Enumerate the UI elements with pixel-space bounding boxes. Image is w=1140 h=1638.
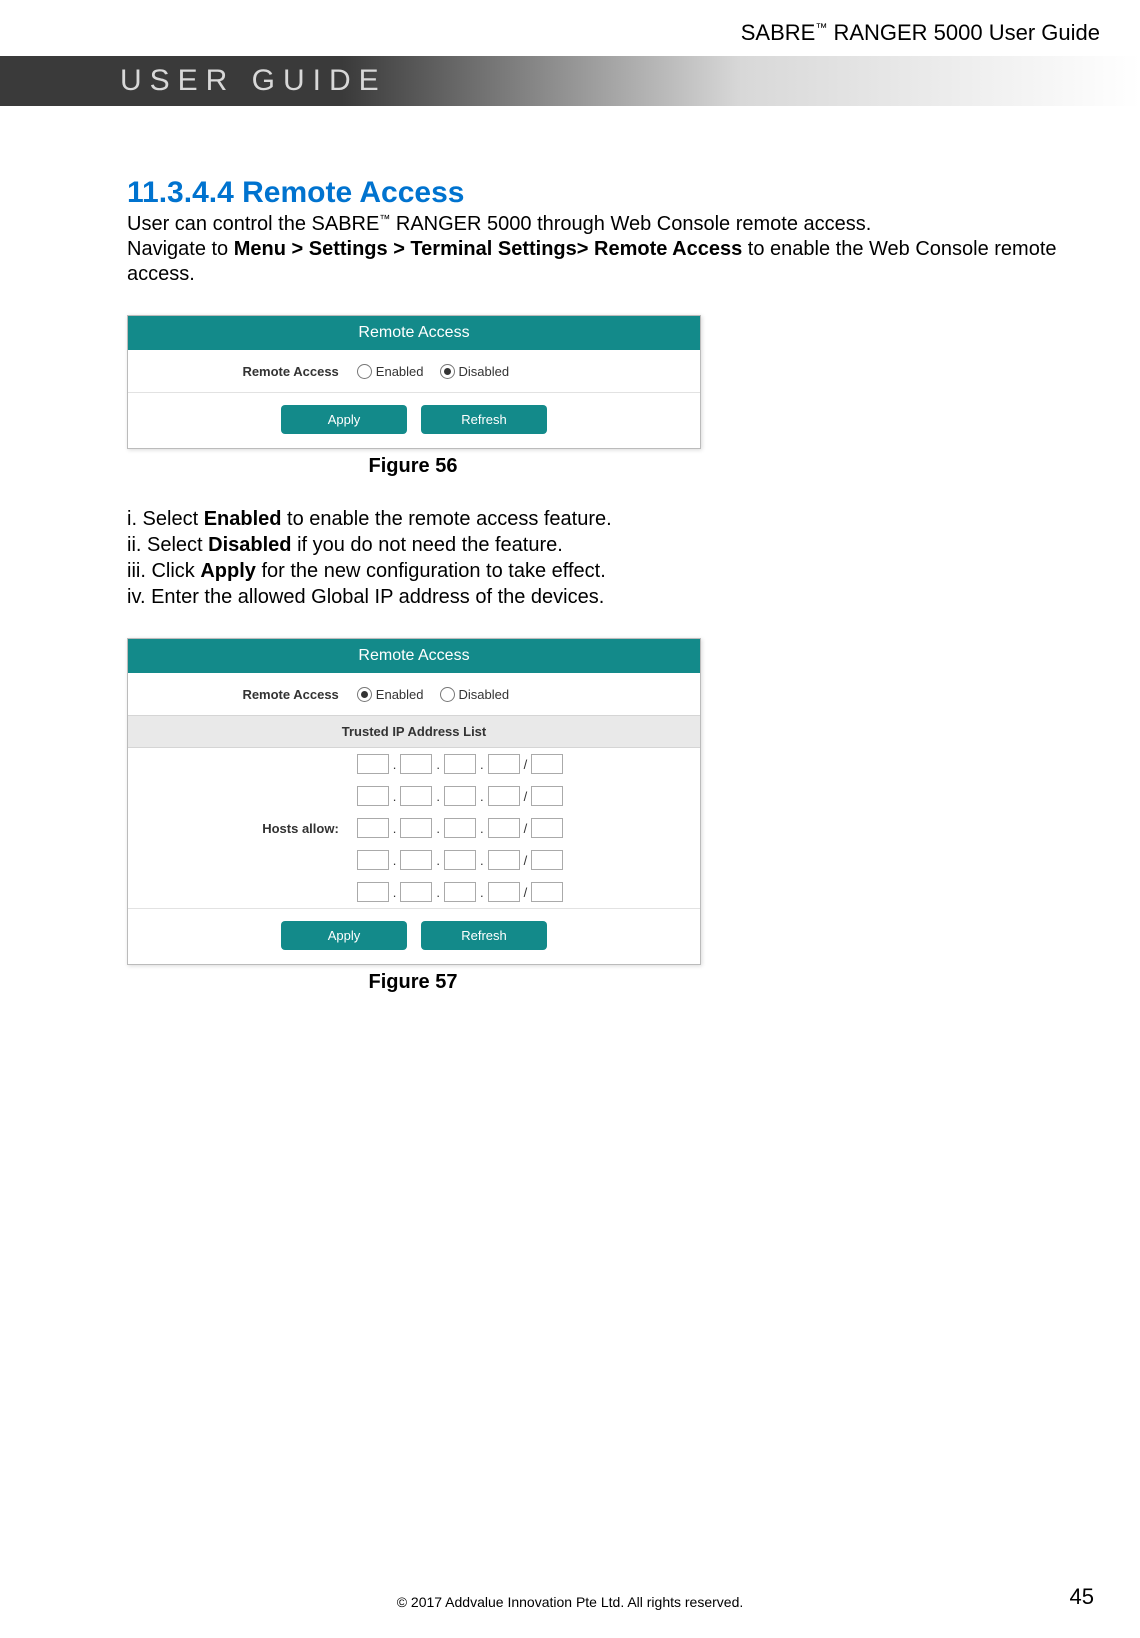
enabled-radio[interactable]: Enabled: [357, 364, 424, 379]
disabled-radio[interactable]: Disabled: [440, 364, 510, 379]
radio-icon: [440, 364, 455, 379]
panel-header: Remote Access: [128, 639, 700, 673]
trusted-ip-header: Trusted IP Address List: [128, 715, 700, 748]
ip-mask-input[interactable]: [531, 882, 563, 902]
instruction-steps: i. Select Enabled to enable the remote a…: [127, 506, 1120, 610]
step-4: iv. Enter the allowed Global IP address …: [127, 584, 1120, 610]
ip-octet-input[interactable]: [488, 818, 520, 838]
figure-56: Remote Access Remote Access Enabled Disa…: [127, 315, 1120, 478]
ip-octet-input[interactable]: [488, 882, 520, 902]
ip-octet-input[interactable]: [357, 818, 389, 838]
disabled-radio[interactable]: Disabled: [440, 687, 510, 702]
ip-row-1: . . . /: [357, 748, 700, 780]
ip-row-3: . . . /: [357, 812, 700, 844]
radio-icon: [440, 687, 455, 702]
refresh-button[interactable]: Refresh: [421, 921, 547, 950]
ip-row-4: . . . /: [357, 844, 700, 876]
ip-mask-input[interactable]: [531, 754, 563, 774]
apply-button[interactable]: Apply: [281, 921, 407, 950]
copyright-footer: © 2017 Addvalue Innovation Pte Ltd. All …: [0, 1594, 1140, 1610]
ip-octet-input[interactable]: [357, 754, 389, 774]
ip-mask-input[interactable]: [531, 786, 563, 806]
ip-octet-input[interactable]: [444, 754, 476, 774]
section-heading: 11.3.4.4 Remote Access: [127, 176, 1120, 210]
ip-octet-input[interactable]: [400, 818, 432, 838]
page-number: 45: [1070, 1584, 1094, 1610]
ip-octet-input[interactable]: [488, 754, 520, 774]
apply-button[interactable]: Apply: [281, 405, 407, 434]
radio-icon: [357, 687, 372, 702]
ip-octet-input[interactable]: [444, 882, 476, 902]
ip-octet-input[interactable]: [488, 850, 520, 870]
ip-octet-input[interactable]: [400, 850, 432, 870]
product-name-suffix: RANGER 5000 User Guide: [827, 20, 1100, 45]
ip-octet-input[interactable]: [357, 786, 389, 806]
user-guide-banner: USER GUIDE: [0, 56, 1140, 106]
panel-header: Remote Access: [128, 316, 700, 350]
figure-caption: Figure 56: [127, 455, 699, 478]
ip-octet-input[interactable]: [400, 786, 432, 806]
refresh-button[interactable]: Refresh: [421, 405, 547, 434]
step-1: i. Select Enabled to enable the remote a…: [127, 506, 1120, 532]
product-name-prefix: SABRE: [741, 20, 816, 45]
enabled-label: Enabled: [376, 364, 424, 379]
ip-octet-input[interactable]: [444, 850, 476, 870]
ip-mask-input[interactable]: [531, 818, 563, 838]
document-header: SABRE™ RANGER 5000 User Guide: [0, 0, 1140, 56]
ip-octet-input[interactable]: [357, 882, 389, 902]
ip-octet-input[interactable]: [357, 850, 389, 870]
ip-mask-input[interactable]: [531, 850, 563, 870]
banner-text: USER GUIDE: [120, 64, 387, 98]
ip-row-5: . . . /: [357, 876, 700, 908]
ip-octet-input[interactable]: [400, 882, 432, 902]
ip-octet-input[interactable]: [444, 818, 476, 838]
enabled-radio[interactable]: Enabled: [357, 687, 424, 702]
intro-paragraph: User can control the SABRE™ RANGER 5000 …: [127, 212, 1120, 287]
figure-57: Remote Access Remote Access Enabled Disa…: [127, 638, 1120, 994]
figure-caption: Figure 57: [127, 971, 699, 994]
ip-row-2: . . . /: [357, 780, 700, 812]
tm-symbol: ™: [815, 21, 827, 35]
ip-octet-input[interactable]: [488, 786, 520, 806]
enabled-label: Enabled: [376, 687, 424, 702]
hosts-allow-label: Hosts allow:: [128, 821, 357, 836]
disabled-label: Disabled: [459, 687, 510, 702]
remote-access-label: Remote Access: [128, 364, 357, 379]
ip-octet-input[interactable]: [400, 754, 432, 774]
radio-icon: [357, 364, 372, 379]
remote-access-label: Remote Access: [128, 687, 357, 702]
disabled-label: Disabled: [459, 364, 510, 379]
step-2: ii. Select Disabled if you do not need t…: [127, 532, 1120, 558]
step-3: iii. Click Apply for the new configurati…: [127, 558, 1120, 584]
ip-octet-input[interactable]: [444, 786, 476, 806]
